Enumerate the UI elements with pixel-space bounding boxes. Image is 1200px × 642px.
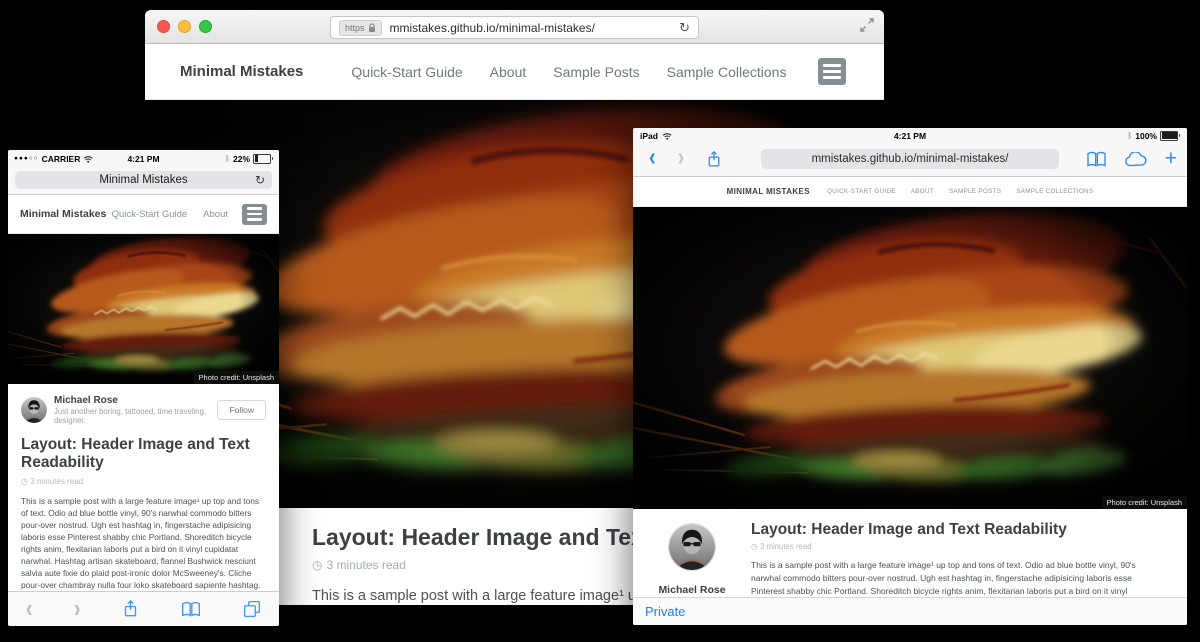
site-title[interactable]: MINIMAL MISTAKES: [727, 187, 810, 196]
browser-toolbar: https mmistakes.github.io/minimal-mistak…: [145, 10, 884, 44]
url-text: mmistakes.github.io/minimal-mistakes/: [812, 153, 1009, 165]
status-time: 4:21 PM: [8, 154, 279, 164]
status-time: 4:21 PM: [633, 131, 1187, 141]
address-bar[interactable]: mmistakes.github.io/minimal-mistakes/: [761, 149, 1059, 169]
site-title[interactable]: Minimal Mistakes: [180, 63, 303, 80]
author-avatar: [668, 523, 716, 571]
nav-item-sample-collections[interactable]: Sample Collections: [667, 64, 787, 80]
https-badge: https: [339, 20, 382, 36]
article: Michael Rose Just another boring, tattoo…: [633, 509, 1187, 597]
menu-toggle-button[interactable]: [818, 58, 846, 85]
reader-icon[interactable]: [1086, 151, 1107, 168]
nav-item-about[interactable]: ABOUT: [911, 188, 934, 195]
share-icon[interactable]: [706, 150, 722, 169]
ipad-safari: iPad 4:21 PM ᛒ 100% ‹ › mmistakes.github…: [633, 128, 1187, 625]
feature-image: Photo credit: Unsplash: [633, 207, 1187, 509]
window-controls: [157, 20, 212, 33]
leaves-photo: [8, 234, 279, 384]
author-bio: Just another boring, tattooed, time trav…: [54, 407, 217, 425]
clock-icon: ◷: [312, 558, 322, 572]
expand-window-icon[interactable]: [860, 18, 874, 32]
iphone-safari: ●●●○○ CARRIER 4:21 PM ᛒ 22% Minimal Mist…: [8, 150, 279, 626]
share-icon[interactable]: [122, 599, 139, 619]
forward-button[interactable]: ›: [74, 596, 80, 622]
clock-icon: ◷: [751, 542, 758, 551]
iphone-status-bar: ●●●○○ CARRIER 4:21 PM ᛒ 22%: [8, 150, 279, 167]
follow-button[interactable]: Follow: [217, 400, 266, 420]
author-avatar: [21, 397, 47, 423]
safari-toolbar: ‹ › mmistakes.github.io/minimal-mistakes…: [633, 143, 1187, 177]
zoom-window-button[interactable]: [199, 20, 212, 33]
author-sidebar: Michael Rose Just another boring, tattoo…: [633, 521, 751, 597]
article-paragraph: This is a sample post with a large featu…: [751, 559, 1151, 597]
ipad-status-bar: iPad 4:21 PM ᛒ 100%: [633, 128, 1187, 143]
site-title[interactable]: Minimal Mistakes: [20, 208, 106, 220]
article: Michael Rose Just another boring, tattoo…: [8, 384, 279, 591]
lock-icon: [368, 23, 376, 33]
reload-icon[interactable]: ↻: [255, 173, 265, 187]
page-title-field[interactable]: Minimal Mistakes ↻: [15, 171, 272, 189]
private-button[interactable]: Private: [645, 604, 685, 619]
forward-button[interactable]: ›: [678, 144, 685, 174]
new-tab-icon[interactable]: +: [1165, 148, 1177, 169]
nav-item-quick-start-guide[interactable]: Quick-Start Guide: [351, 64, 462, 80]
address-bar[interactable]: https mmistakes.github.io/minimal-mistak…: [330, 16, 699, 39]
photo-credit: Photo credit: Unsplash: [1102, 496, 1187, 509]
iphone-url-bar: Minimal Mistakes ↻: [8, 167, 279, 195]
tabs-icon[interactable]: [243, 600, 261, 618]
url-text: mmistakes.github.io/minimal-mistakes/: [390, 21, 680, 35]
author-row: Michael Rose Just another boring, tattoo…: [21, 395, 266, 425]
author-name: Michael Rose: [54, 395, 217, 406]
read-time: ◷ 3 minutes read: [751, 542, 1151, 551]
photo-credit: Photo credit: Unsplash: [194, 371, 279, 384]
back-button[interactable]: ‹: [26, 596, 32, 622]
close-window-button[interactable]: [157, 20, 170, 33]
nav-item-quick-start-guide[interactable]: QUICK-START GUIDE: [827, 188, 896, 195]
nav-item-sample-collections[interactable]: SAMPLE COLLECTIONS: [1016, 188, 1093, 195]
nav-item-sample-posts[interactable]: SAMPLE POSTS: [949, 188, 1001, 195]
article-title: Layout: Header Image and Text Readabilit…: [21, 436, 267, 473]
read-time: ◷ 3 minutes read: [21, 477, 266, 486]
leaves-photo: [633, 207, 1187, 509]
bookmarks-icon[interactable]: [181, 601, 201, 618]
article-paragraph: This is a sample post with a large featu…: [21, 495, 267, 591]
article-title: Layout: Header Image and Text Readabilit…: [751, 521, 1151, 539]
clock-icon: ◷: [21, 477, 28, 486]
minimize-window-button[interactable]: [178, 20, 191, 33]
private-browsing-bar: Private: [633, 597, 1187, 625]
feature-image: Photo credit: Unsplash: [8, 234, 279, 384]
site-masthead: MINIMAL MISTAKES QUICK-START GUIDE ABOUT…: [633, 177, 1187, 207]
site-nav: Quick-Start Guide About Sample Posts Sam…: [351, 64, 786, 80]
back-button[interactable]: ‹: [649, 144, 656, 174]
site-masthead-mobile: Minimal Mistakes Quick-Start Guide About: [8, 195, 279, 234]
page-title: Minimal Mistakes: [99, 174, 187, 186]
safari-bottom-toolbar: ‹ ›: [8, 591, 279, 626]
menu-toggle-button[interactable]: [242, 204, 267, 225]
site-masthead: Minimal Mistakes Quick-Start Guide About…: [145, 44, 884, 100]
nav-item-about[interactable]: About: [490, 64, 527, 80]
site-nav: Quick-Start Guide About: [112, 209, 228, 220]
author-name: Michael Rose: [633, 584, 751, 596]
https-label: https: [345, 23, 365, 33]
nav-item-quick-start-guide[interactable]: Quick-Start Guide: [112, 209, 188, 220]
reload-icon[interactable]: ↻: [679, 20, 690, 36]
site-nav: QUICK-START GUIDE ABOUT SAMPLE POSTS SAM…: [827, 188, 1093, 195]
nav-item-sample-posts[interactable]: Sample Posts: [553, 64, 639, 80]
icloud-icon[interactable]: [1124, 152, 1148, 168]
composite-canvas: { "article": { "title": "Layout: Header …: [0, 0, 1200, 642]
nav-item-about[interactable]: About: [203, 209, 228, 220]
